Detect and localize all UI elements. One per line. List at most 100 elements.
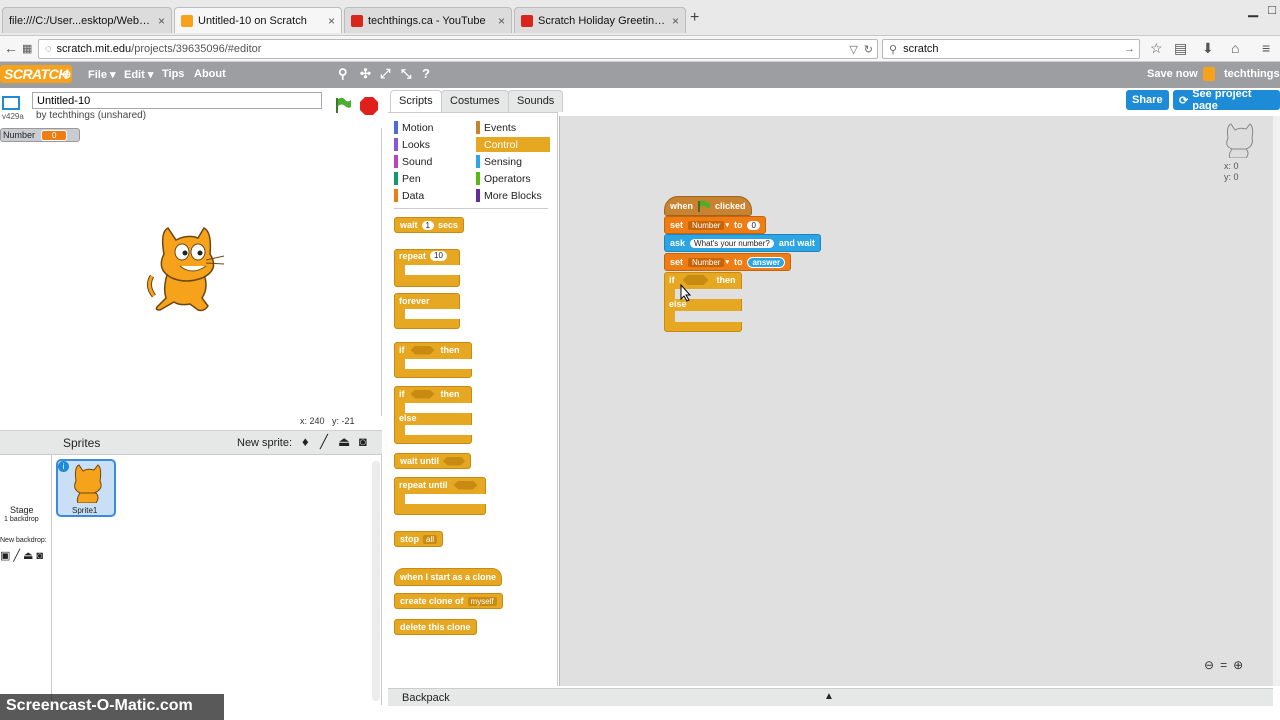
share-button[interactable]: Share	[1126, 90, 1169, 110]
bookmark-star-icon[interactable]: ☆	[1150, 40, 1163, 57]
project-title-field[interactable]	[32, 92, 322, 109]
delete-scissors-icon[interactable]: ✣	[360, 66, 371, 82]
scratch-menubar: SCRATCH ⊕ File ▾ Edit ▾ Tips About ⚲ ✣ ⤢…	[0, 62, 1280, 88]
block-stop[interactable]: stop all	[394, 531, 444, 547]
minimize-icon[interactable]: ▁	[1248, 2, 1258, 18]
script-set-number-to-zero[interactable]: set Number ▾ to 0	[664, 216, 766, 234]
back-arrow-icon[interactable]: ←	[4, 40, 18, 56]
project-actions: Share ⟳ See project page	[560, 88, 1280, 112]
user-avatar-icon[interactable]	[1203, 67, 1215, 81]
category-motion[interactable]: Motion	[394, 120, 468, 135]
zoom-reset-icon[interactable]: =	[1220, 658, 1227, 672]
project-author: by techthings (unshared)	[36, 110, 147, 121]
browser-tab-youtube[interactable]: techthings.ca - YouTube ×	[344, 7, 512, 33]
browser-tab-local-file[interactable]: file:///C:/User...esktop/Web.htm ×	[2, 7, 172, 33]
page-scrollbar[interactable]	[1273, 116, 1280, 686]
block-when-i-start-as-clone[interactable]: when I start as a clone	[394, 568, 503, 586]
script-if-then-else[interactable]: if then else	[664, 272, 743, 332]
script-area[interactable]: when clicked set Number ▾ to 0 ask What's you…	[559, 116, 1273, 686]
menu-edit[interactable]: Edit ▾	[124, 68, 153, 81]
category-operators[interactable]: Operators	[476, 171, 550, 186]
category-events[interactable]: Events	[476, 120, 550, 135]
script-set-number-to-answer[interactable]: set Number ▾ to answer	[664, 253, 792, 271]
variable-monitor-value: 0	[41, 129, 68, 141]
full-screen-icon[interactable]	[2, 96, 20, 110]
menu-file[interactable]: File ▾	[88, 68, 116, 81]
url-bar[interactable]: ◌ scratch.mit.edu/projects/39635096/#edi…	[38, 39, 878, 59]
sprite-thumbnail-sprite1[interactable]: i Sprite1	[56, 459, 116, 517]
backpack-expand-icon[interactable]: ▲	[824, 691, 834, 702]
menu-icon[interactable]: ≡	[1262, 40, 1270, 56]
new-tab-button[interactable]: +	[690, 9, 699, 27]
stop-sign-icon[interactable]	[360, 97, 378, 115]
download-icon[interactable]: ⬇	[1202, 40, 1214, 57]
close-icon[interactable]: ×	[152, 14, 165, 28]
backdrop-tools-icons[interactable]: ▣╱⏏◙	[0, 549, 46, 562]
category-pen[interactable]: Pen	[394, 171, 468, 186]
category-sound[interactable]: Sound	[394, 154, 468, 169]
paint-brush-icon[interactable]: ╱	[320, 434, 328, 450]
home-icon[interactable]: ⌂	[1231, 40, 1239, 56]
search-input[interactable]: ⚲ scratch →	[882, 39, 1140, 59]
go-arrow-icon[interactable]: →	[1124, 43, 1135, 55]
reload-icon[interactable]: ↻	[864, 43, 873, 56]
close-icon[interactable]: ×	[666, 14, 679, 28]
category-sensing[interactable]: Sensing	[476, 154, 550, 169]
green-flag-icon	[698, 200, 711, 212]
sprite-pane-scrollbar[interactable]	[372, 461, 380, 701]
dropdown-icon[interactable]: ▽	[849, 43, 857, 56]
tab-costumes[interactable]: Costumes	[441, 90, 509, 112]
backpack-bar[interactable]: Backpack ▲	[388, 688, 1273, 706]
block-forever[interactable]: forever	[394, 293, 461, 329]
tab-sounds[interactable]: Sounds	[508, 90, 564, 112]
camera-icon[interactable]: ◙	[359, 434, 367, 449]
browser-tab-holiday[interactable]: Scratch Holiday Greeting - ... ×	[514, 7, 686, 33]
block-if-then-else[interactable]: if then else	[394, 386, 473, 444]
dropdown-arrow-icon: ▾	[725, 222, 729, 229]
block-delete-clone[interactable]: delete this clone	[394, 619, 477, 635]
new-backdrop-label: New backdrop:	[0, 537, 47, 544]
refresh-arrows-icon: ⟳	[1179, 94, 1189, 107]
choose-sprite-library-icon[interactable]: ♦	[302, 434, 309, 449]
language-globe-icon[interactable]: ⊕	[62, 68, 71, 81]
maximize-icon[interactable]: □	[1268, 2, 1276, 18]
block-repeat-until[interactable]: repeat until	[394, 477, 487, 515]
tab-scripts[interactable]: Scripts	[390, 90, 442, 112]
script-when-flag-clicked[interactable]: when clicked	[664, 196, 752, 216]
reading-list-icon[interactable]: ▤	[1174, 40, 1187, 57]
new-sprite-label: New sprite:	[237, 437, 293, 449]
save-now-button[interactable]: Save now	[1147, 68, 1198, 80]
block-wait-until[interactable]: wait until	[394, 453, 471, 469]
upload-sprite-icon[interactable]: ⏏	[338, 434, 350, 450]
zoom-in-icon[interactable]: ⊕	[1233, 658, 1243, 672]
cat-thumbnail-icon	[74, 464, 102, 503]
block-create-clone[interactable]: create clone of myself	[394, 593, 503, 609]
duplicate-stamp-icon[interactable]: ⚲	[338, 66, 348, 82]
browser-tab-scratch[interactable]: Untitled-10 on Scratch ×	[174, 7, 342, 33]
menu-about[interactable]: About	[194, 68, 226, 80]
category-looks[interactable]: Looks	[394, 137, 468, 152]
category-data[interactable]: Data	[394, 188, 468, 203]
category-more-blocks[interactable]: More Blocks	[476, 188, 550, 203]
cat-sprite[interactable]	[146, 226, 228, 312]
block-if-then[interactable]: if then	[394, 342, 473, 378]
block-wait-secs[interactable]: wait 1 secs	[394, 217, 464, 233]
youtube-favicon-icon	[521, 14, 533, 27]
shrink-icon[interactable]: ⤡	[401, 66, 411, 82]
grow-icon[interactable]: ⤢	[380, 66, 390, 82]
stage-thumbnail-column[interactable]: Stage 1 backdrop New backdrop: ▣╱⏏◙	[0, 455, 52, 705]
script-ask-and-wait[interactable]: ask What's your number? and wait	[664, 234, 821, 252]
close-icon[interactable]: ×	[492, 14, 505, 28]
see-project-page-button[interactable]: ⟳ See project page	[1173, 88, 1280, 112]
user-menu[interactable]: techthings	[1224, 68, 1280, 80]
stage[interactable]: Number 0	[0, 128, 382, 416]
menu-tips[interactable]: Tips	[162, 68, 184, 80]
zoom-out-icon[interactable]: ⊖	[1204, 658, 1214, 672]
block-help-icon[interactable]: ?	[422, 66, 430, 81]
block-repeat[interactable]: repeat 10	[394, 249, 461, 287]
site-identity-icon[interactable]: ▦	[22, 42, 32, 55]
variable-monitor[interactable]: Number 0	[0, 128, 80, 142]
close-icon[interactable]: ×	[322, 14, 335, 28]
green-flag-icon[interactable]	[334, 96, 352, 114]
category-control[interactable]: Control	[476, 137, 550, 152]
